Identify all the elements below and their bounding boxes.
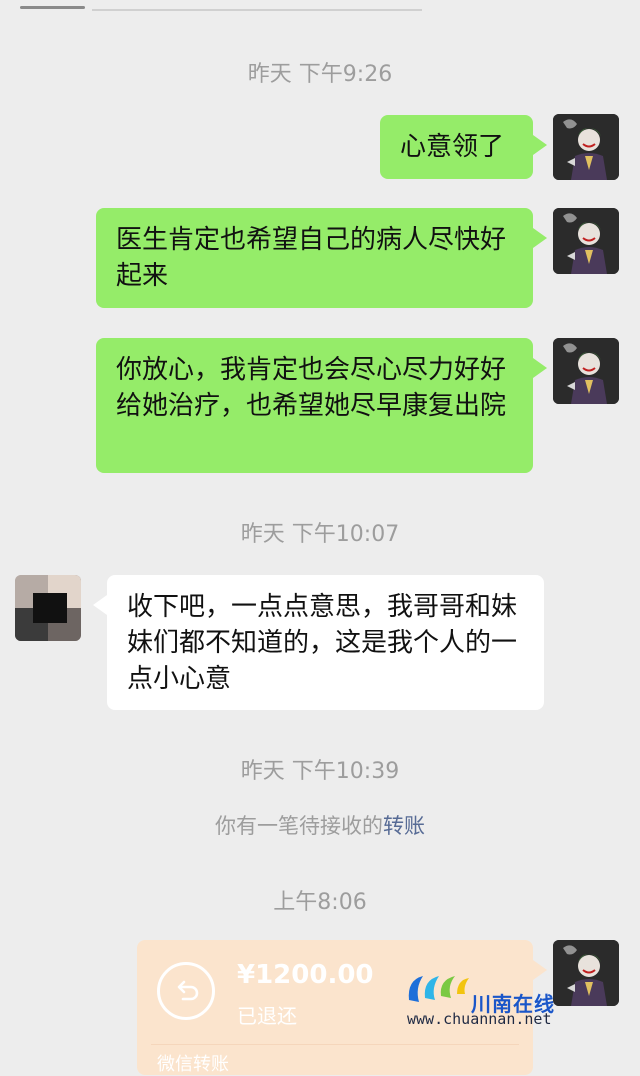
contact-avatar[interactable] [15,575,81,641]
system-notice: 你有一笔待接收的转账 [0,810,640,840]
timestamp: 上午8:06 [273,890,367,915]
status-bar-indicator [20,6,85,9]
status-bar [0,0,640,14]
system-notice-text: 你有一笔待接收的 [215,814,383,838]
watermark: 川南在线 www.chuannan.net [405,970,580,1030]
divider [151,1044,519,1045]
my-avatar[interactable] [553,114,619,180]
chat-bubble-sent[interactable]: 你放心，我肯定也会尽心尽力好好给她治疗，也希望她尽早康复出院 [96,338,547,473]
chat-bubble-sent[interactable]: 心意领了 [380,115,547,179]
transfer-amount: ¥1200.00 [237,960,374,990]
watermark-url: www.chuannan.net [407,1010,552,1028]
chat-bubble-received[interactable]: 收下吧，一点点意思，我哥哥和妹妹们都不知道的，这是我个人的一点小心意 [93,575,544,710]
my-avatar[interactable] [553,338,619,404]
transfer-status: 已退还 [237,1004,297,1028]
timestamp: 昨天 下午10:07 [240,522,400,547]
transfer-footer: 微信转账 [157,1054,229,1075]
message-text: 你放心，我肯定也会尽心尽力好好给她治疗，也希望她尽早康复出院 [116,355,507,421]
message-text: 收下吧，一点点意思，我哥哥和妹妹们都不知道的，这是我个人的一点小心意 [127,592,518,694]
timestamp: 昨天 下午10:39 [240,759,400,784]
status-bar-line [92,9,422,11]
message-text: 心意领了 [400,132,505,162]
transfer-link[interactable]: 转账 [383,814,425,838]
refund-icon [157,962,215,1020]
mosaic-blur [33,593,67,623]
joker-avatar-icon [553,114,619,180]
joker-avatar-icon [553,338,619,404]
chat-bubble-sent[interactable]: 医生肯定也希望自己的病人尽快好起来 [96,208,547,308]
joker-avatar-icon [553,208,619,274]
timestamp: 昨天 下午9:26 [247,62,393,87]
watermark-logo-icon [408,976,469,1002]
message-text: 医生肯定也希望自己的病人尽快好起来 [116,225,507,291]
my-avatar[interactable] [553,208,619,274]
